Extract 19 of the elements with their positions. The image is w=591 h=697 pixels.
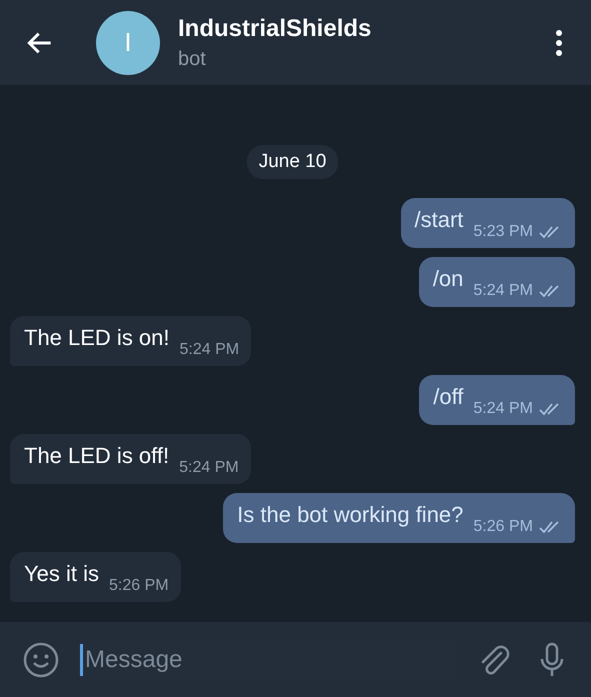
- message-time: 5:24 PM: [473, 281, 533, 301]
- message-time: 5:24 PM: [473, 399, 533, 419]
- message-time: 5:24 PM: [180, 340, 240, 360]
- message-time: 5:24 PM: [179, 458, 239, 478]
- date-chip: June 10: [246, 145, 338, 179]
- chat-subtitle: bot: [178, 46, 207, 70]
- message-text: The LED is off!: [24, 442, 170, 470]
- message-text: Is the bot working fine?: [237, 501, 464, 529]
- message-time: 5:26 PM: [473, 517, 533, 537]
- emoji-icon[interactable]: [22, 640, 60, 678]
- message-time: 5:26 PM: [109, 576, 169, 596]
- message-text: /off: [433, 383, 464, 411]
- avatar[interactable]: I: [96, 10, 160, 74]
- message-text: /start: [414, 206, 464, 234]
- chat-title: IndustrialShields: [178, 14, 372, 42]
- message-text: Yes it is: [24, 560, 100, 588]
- message-time: 5:23 PM: [473, 222, 533, 242]
- message-text: The LED is on!: [24, 324, 170, 352]
- message-text: /on: [432, 265, 464, 293]
